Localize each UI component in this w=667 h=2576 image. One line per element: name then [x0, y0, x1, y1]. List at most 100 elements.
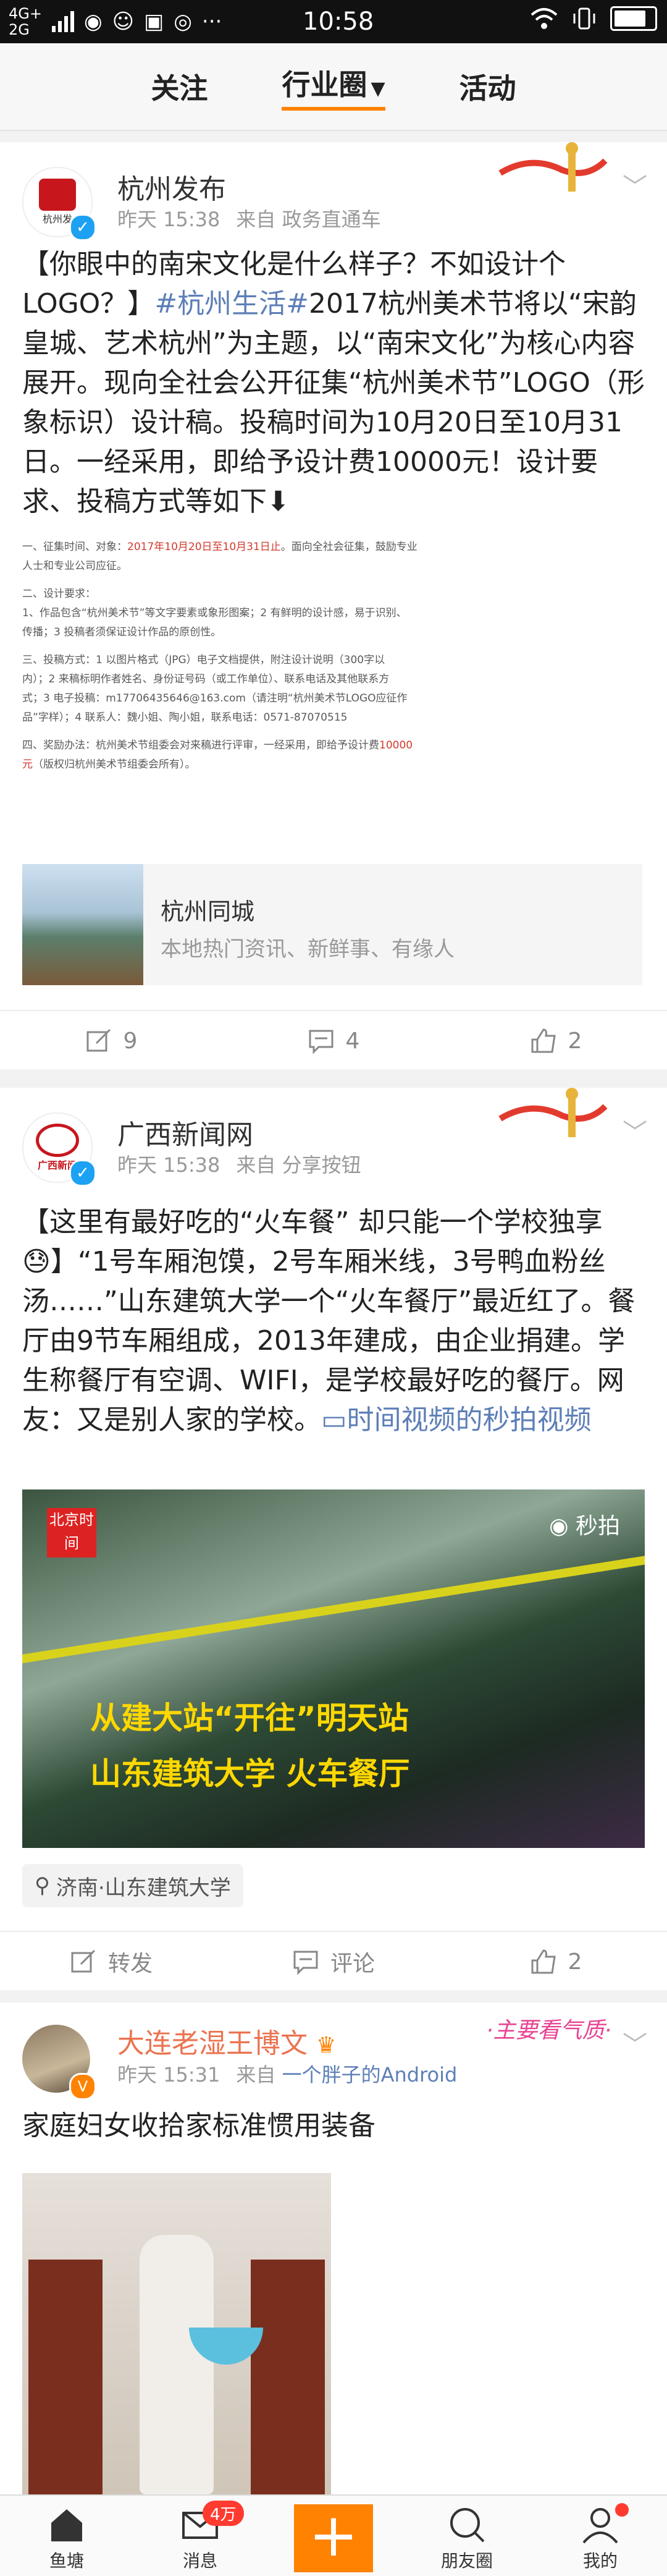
username[interactable]: 广西新闻网 [117, 1112, 253, 1152]
doc-text: 四、奖励办法：杭州美术节组委会对来稿进行评审，一经采用，即给予设计费 [22, 739, 379, 752]
nav-compose[interactable]: + [267, 2496, 400, 2576]
doc-line: 1、作品包含“杭州美术节”等文字要素或象形图案；2 有鲜明的设计感，易于识别、 [22, 607, 407, 619]
chevron-down-icon[interactable]: ﹀ [623, 1112, 647, 1148]
post-source-prefix: 来自 [236, 2063, 276, 2087]
doc-line: 四、奖励办法：杭州美术节组委会对来稿进行评审，一经采用，即给予设计费10000 [22, 736, 640, 755]
doc-line: 传播；3 投稿者须保证设计作品的原创性。 [22, 626, 222, 638]
repost-label: 转发 [107, 1951, 153, 1976]
username[interactable]: 大连老湿王博文 ♛ [117, 2021, 336, 2061]
like-count: 2 [568, 1949, 582, 1975]
nav-label: 鱼塘 [49, 2551, 84, 2571]
comment-button[interactable]: 4 [222, 1011, 445, 1070]
nav-label: 朋友圈 [440, 2551, 493, 2571]
tab-activity[interactable]: 活动 [459, 66, 516, 107]
message-badge: 4万 [203, 2501, 244, 2526]
post-meta: 昨天 15:38 来自 政务直通车 [117, 204, 381, 232]
repost-button[interactable]: 9 [0, 1011, 222, 1070]
post-source-link[interactable]: 一个胖子的Android [282, 2063, 458, 2087]
nav-messages[interactable]: 4万 消息 [133, 2496, 267, 2576]
nav-profile[interactable]: 我的 [534, 2496, 667, 2576]
nav-label: 我的 [582, 2551, 618, 2571]
post-meta: 昨天 15:31 来自 一个胖子的Android [117, 2059, 457, 2088]
username-label: 大连老湿王博文 [117, 2028, 308, 2059]
nav-friends-circle[interactable]: 朋友圈 [400, 2496, 534, 2576]
status-bar: 4G+ 2G ◉ ☺ ▣ ◎ ··· 10:58 [0, 0, 667, 43]
post-text: 【你眼中的南宋文化是什么样子？不如设计个LOGO？】#杭州生活#2017杭州美术… [22, 245, 645, 522]
photo-door [251, 2260, 325, 2494]
comment-button[interactable]: 评论 [222, 1932, 445, 1991]
nav-label: 消息 [182, 2551, 217, 2571]
post-time: 昨天 15:31 [117, 2063, 220, 2087]
thumbs-up-icon [531, 1028, 556, 1053]
post-time: 昨天 15:38 [117, 1153, 220, 1177]
doc-line: 一、征集时间、对象：2017年10月20日至10月31日止。面向全社会征集，鼓励… [22, 538, 640, 557]
tab-industry-circle[interactable]: 行业圈 ▼ [282, 62, 385, 111]
post-image[interactable] [22, 2173, 331, 2494]
link-card[interactable]: 杭州同城 本地热门资讯、新鲜事、有缘人 [22, 864, 642, 985]
post-card: 杭州发 ✓ 杭州发布 昨天 15:38 来自 政务直通车 ﹀ 【你眼中的南宋文化是… [0, 142, 667, 1069]
post-source: 来自 一个胖子的Android [236, 2063, 457, 2087]
vip-badge-icon: V [69, 2073, 96, 2100]
doc-line: 式；3 电子投稿：m17706435646@163.com（请注明“杭州美术节L… [22, 692, 408, 705]
video-caption: 从建大站“开往”明天站 [90, 1700, 409, 1736]
link-card-title: 杭州同城 [161, 898, 255, 925]
gallery-icon: ▣ [144, 9, 164, 34]
video-player[interactable]: 北京时间 ◉ 秒拍 从建大站“开往”明天站 山东建筑大学 火车餐厅 [22, 1489, 645, 1848]
doc-line: 元（版权归杭州美术节组委会所有）。 [22, 755, 640, 774]
doc-highlight: 10000 [379, 739, 413, 752]
repost-button[interactable]: 转发 [0, 1932, 222, 1991]
link-card-thumbnail [22, 864, 143, 985]
battery-icon [610, 6, 657, 31]
festive-decoration [498, 1088, 608, 1137]
post-source: 来自 政务直通车 [236, 208, 381, 231]
discover-icon [450, 2508, 485, 2543]
video-link[interactable]: ▭时间视频的秒拍视频 [321, 1404, 592, 1436]
doc-line: 二、设计要求： [22, 585, 640, 604]
dropdown-caret-icon: ▼ [371, 78, 385, 100]
wifi-icon [531, 8, 558, 29]
doc-line: 品”字样）；4 联系人：魏小姐、陶小姐，联系电话：0571-87070515 [22, 711, 348, 724]
post-image[interactable]: 一、征集时间、对象：2017年10月20日至10月31日止。面向全社会征集，鼓励… [22, 538, 640, 797]
plus-icon: + [294, 2504, 373, 2572]
tab-follow[interactable]: 关注 [151, 66, 208, 107]
post-text: 【这里有最好吃的“火车餐” 却只能一个学校独享😓】“1号车厢泡馍，2号车厢米线，… [22, 1203, 645, 1440]
doc-line: 三、投稿方式：1 以图片格式（JPG）电子文档提供，附注设计说明（300字以 [22, 654, 385, 666]
location-pin-icon: ⚲ [35, 1873, 50, 1898]
doc-line: 人士和专业公司应征。 [22, 560, 127, 572]
post-text-body: 2017杭州美术节将以“宋韵皇城、艺术杭州”为主题，以“南宋文化”为核心内容展开… [22, 288, 645, 517]
video-link-label: 时间视频的秒拍视频 [346, 1404, 592, 1436]
photo-person [140, 2235, 214, 2494]
like-button[interactable]: 2 [445, 1011, 667, 1070]
comment-icon [293, 1951, 318, 1975]
home-icon [51, 2509, 82, 2541]
link-card-description: 本地热门资讯、新鲜事、有缘人 [161, 937, 455, 962]
clock: 10:58 [303, 7, 374, 36]
video-watermark: ◉ 秒拍 [549, 1508, 620, 1540]
weibo-icon: ◎ [174, 9, 192, 34]
miaopai-icon: ◉ [549, 1514, 569, 1539]
hashtag-link[interactable]: #杭州生活# [154, 288, 309, 320]
chevron-down-icon[interactable]: ﹀ [623, 167, 647, 203]
chevron-down-icon[interactable]: ﹀ [623, 2025, 647, 2061]
action-bar: 9 4 2 [0, 1010, 667, 1070]
notification-app-icon: ☺ [112, 9, 135, 34]
like-button[interactable]: 2 [445, 1932, 667, 1991]
verified-badge-icon: ✓ [69, 1159, 96, 1187]
wechat-icon: ◉ [83, 9, 103, 34]
more-notifications-icon: ··· [201, 9, 222, 34]
thumbs-up-icon [531, 1949, 556, 1974]
repost-icon [71, 1949, 96, 1973]
repost-icon [86, 1028, 111, 1052]
crown-icon: ♛ [316, 2033, 337, 2058]
verified-badge-icon: ✓ [69, 214, 96, 241]
nav-fishpond[interactable]: 鱼塘 [0, 2496, 133, 2576]
like-count: 2 [568, 1028, 582, 1054]
doc-highlight: 2017年10月20日至10月31日止 [127, 541, 281, 553]
comment-count: 4 [345, 1028, 360, 1054]
post-meta: 昨天 15:38 来自 分享按钮 [117, 1150, 361, 1178]
location-tag[interactable]: ⚲ 济南·山东建筑大学 [22, 1864, 243, 1907]
username[interactable]: 杭州发布 [117, 167, 226, 206]
comment-icon [309, 1030, 334, 1054]
network-indicator: 4G+ 2G [9, 5, 42, 38]
video-link-icon: ▭ [321, 1404, 347, 1436]
